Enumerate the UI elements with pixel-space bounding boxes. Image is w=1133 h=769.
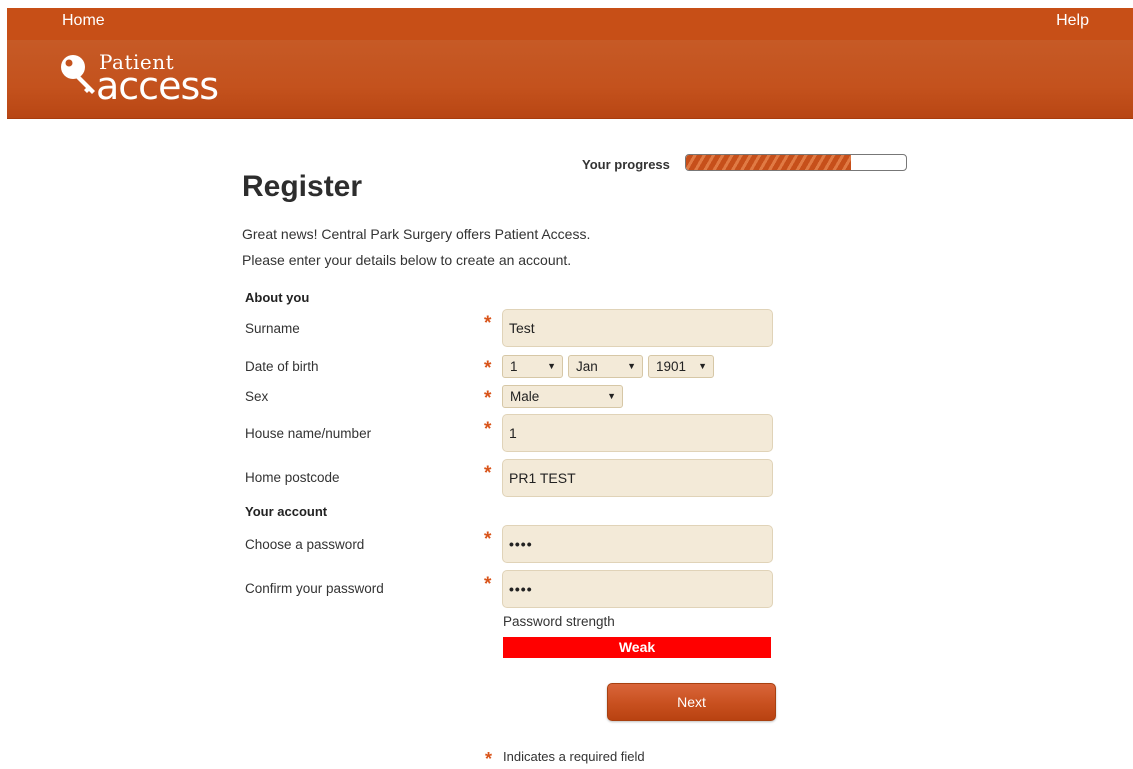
key-icon <box>61 55 95 94</box>
required-field-note: Indicates a required field <box>503 749 645 764</box>
sex-label: Sex <box>245 389 269 404</box>
password-label: Choose a password <box>245 537 365 552</box>
section-heading-about-you: About you <box>245 290 310 305</box>
required-star-icon: * <box>484 463 492 484</box>
password-input[interactable] <box>502 525 773 563</box>
dob-label: Date of birth <box>245 359 319 374</box>
dob-year-select[interactable]: 1901 ▼ <box>648 355 714 378</box>
intro-text-line2: Please enter your details below to creat… <box>242 252 572 268</box>
dob-month-value: Jan <box>576 359 598 374</box>
required-star-icon: * <box>484 529 492 550</box>
chevron-down-icon: ▼ <box>627 361 636 371</box>
progress-bar <box>685 154 907 171</box>
chevron-down-icon: ▼ <box>607 391 616 401</box>
progress-label: Your progress <box>582 157 670 172</box>
section-heading-your-account: Your account <box>245 504 328 519</box>
home-link[interactable]: Home <box>62 12 105 30</box>
surname-label: Surname <box>245 321 300 336</box>
chevron-down-icon: ▼ <box>547 361 556 371</box>
house-label: House name/number <box>245 426 372 441</box>
sex-select[interactable]: Male ▼ <box>502 385 623 408</box>
logo-text-access: access <box>96 64 219 108</box>
help-link[interactable]: Help <box>1056 12 1089 30</box>
brand-banner: Patient access <box>7 40 1133 119</box>
patient-access-logo[interactable]: Patient access <box>59 50 259 110</box>
required-star-icon: * <box>484 419 492 440</box>
required-star-icon: * <box>484 313 492 334</box>
confirm-password-label: Confirm your password <box>245 581 384 596</box>
postcode-input[interactable] <box>502 459 773 497</box>
dob-day-select[interactable]: 1 ▼ <box>502 355 563 378</box>
dob-day-value: 1 <box>510 359 518 374</box>
dob-month-select[interactable]: Jan ▼ <box>568 355 643 378</box>
password-strength-meter: Weak <box>503 637 771 658</box>
sex-value: Male <box>510 389 540 404</box>
required-star-icon: * <box>484 574 492 595</box>
password-strength-label: Password strength <box>503 614 615 629</box>
dob-year-value: 1901 <box>656 359 687 374</box>
required-star-icon: * <box>484 358 492 379</box>
house-number-input[interactable] <box>502 414 773 452</box>
top-nav-bar: Home Help <box>7 8 1133 40</box>
progress-bar-fill <box>686 155 851 170</box>
chevron-down-icon: ▼ <box>698 361 707 371</box>
surname-input[interactable] <box>502 309 773 347</box>
required-star-icon: * <box>484 388 492 409</box>
next-button[interactable]: Next <box>607 683 776 721</box>
confirm-password-input[interactable] <box>502 570 773 608</box>
postcode-label: Home postcode <box>245 470 340 485</box>
intro-text-line1: Great news! Central Park Surgery offers … <box>242 226 591 242</box>
page-title: Register <box>242 170 363 203</box>
